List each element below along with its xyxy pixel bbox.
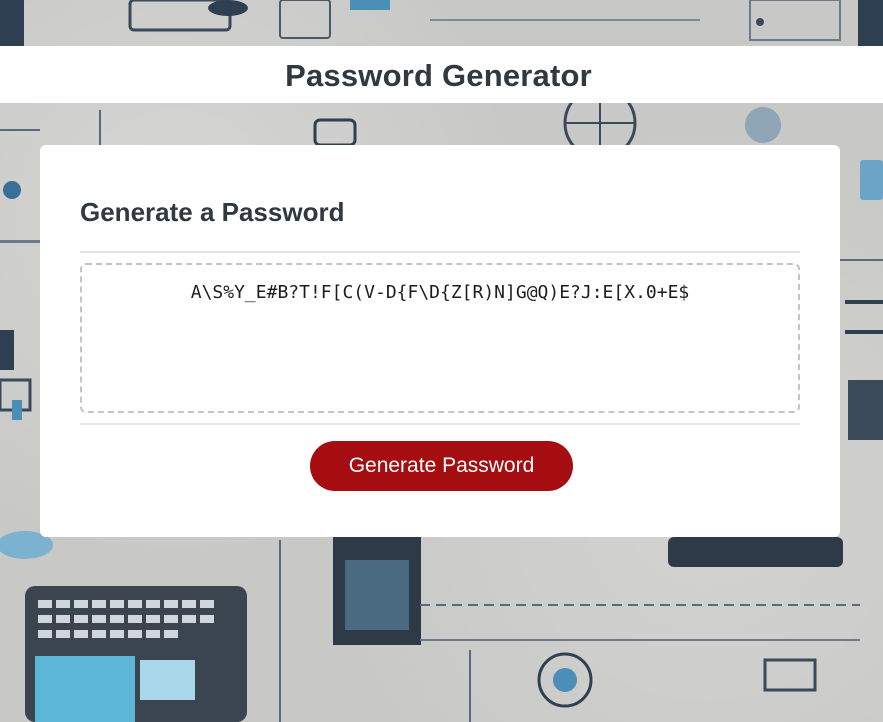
card-divider-bottom xyxy=(80,423,800,425)
password-output[interactable]: A\S%Y_E#B?T!F[C(V-D{F\D{Z[R)N]G@Q)E?J:E[… xyxy=(80,263,800,413)
card-heading: Generate a Password xyxy=(80,197,345,227)
page-title: Password Generator xyxy=(285,57,592,93)
card-divider-top xyxy=(80,251,800,253)
page-header: Password Generator xyxy=(0,46,883,103)
generator-card: Generate a Password A\S%Y_E#B?T!F[C(V-D{… xyxy=(40,145,840,537)
generate-password-button[interactable]: Generate Password xyxy=(310,441,573,491)
